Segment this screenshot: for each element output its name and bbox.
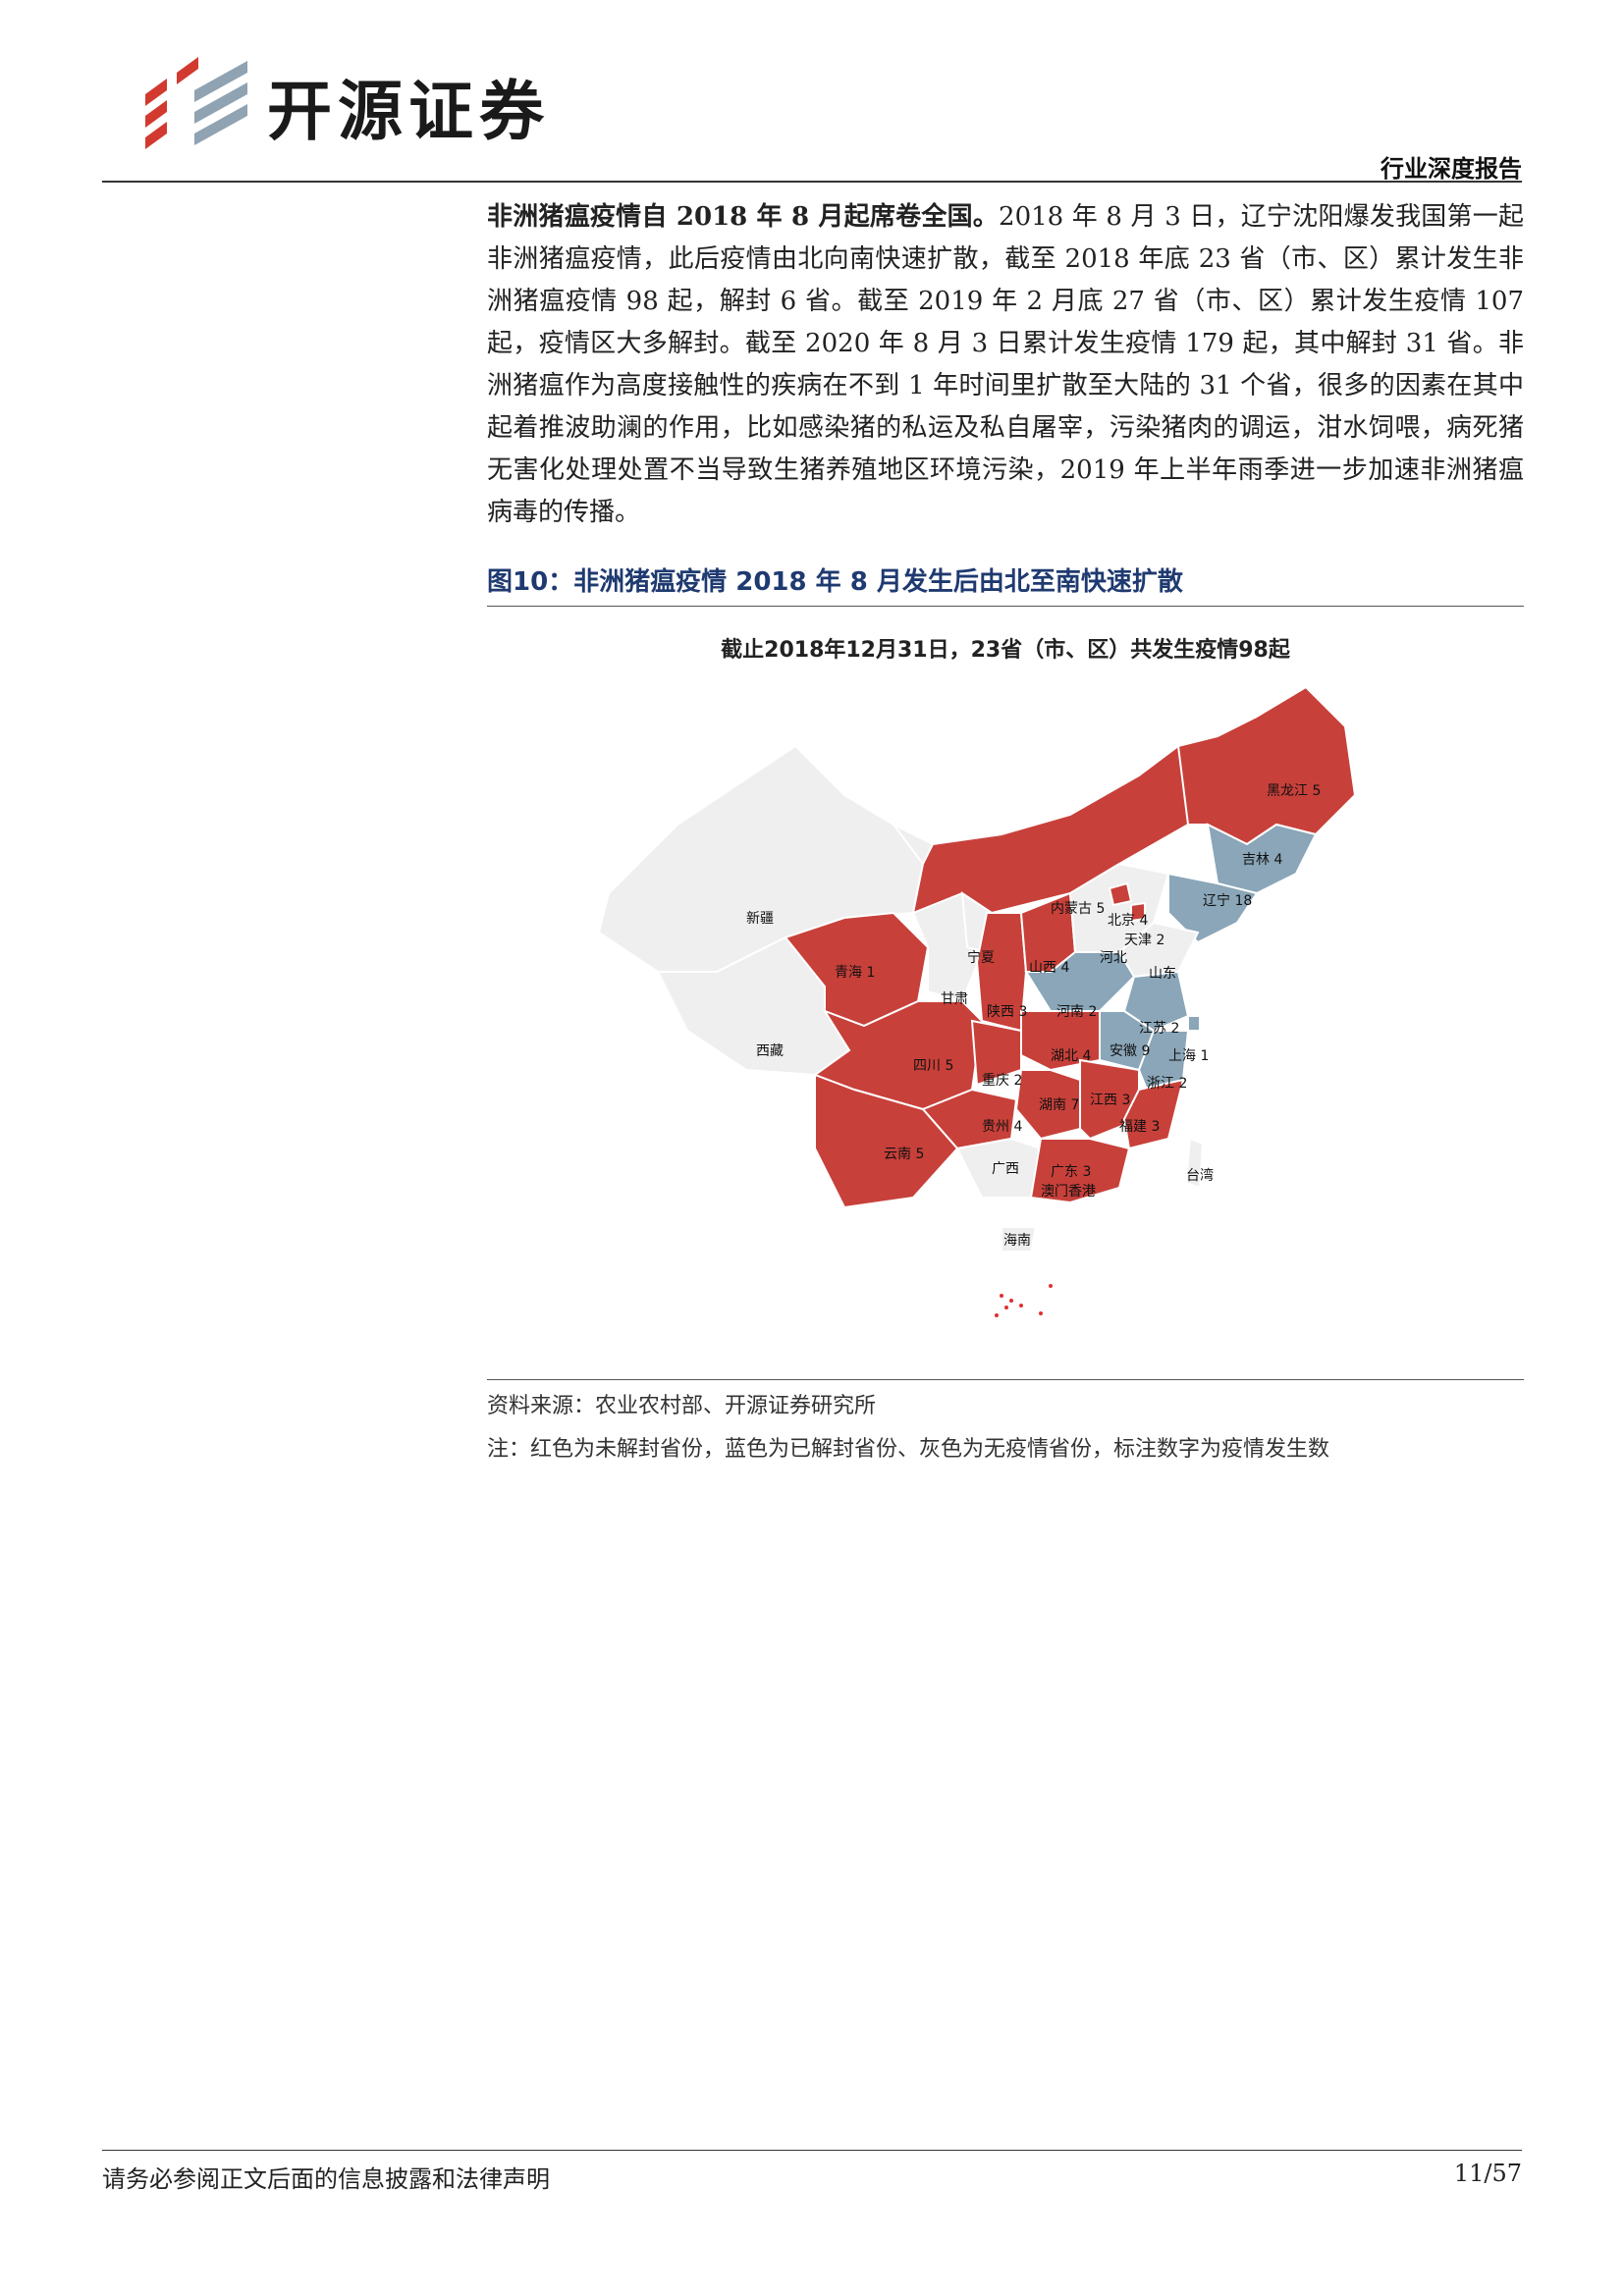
body-paragraph: 非洲猪瘟疫情自 2018 年 8 月起席卷全国。2018 年 8 月 3 日，辽…: [487, 196, 1524, 534]
map-label-chongqing: 重庆 2: [982, 1073, 1022, 1089]
map-label-hainan: 海南: [1003, 1233, 1031, 1249]
company-logo-icon: [145, 57, 247, 149]
china-outbreak-map: 黑龙江 5 吉林 4 辽宁 18 内蒙古 5 北京 4 天津 2 河北 山西 4…: [597, 685, 1357, 1317]
page-number: 11/57: [1453, 2160, 1522, 2187]
region-beijing: [1108, 881, 1133, 907]
map-label-shanxi: 山西 4: [1029, 960, 1069, 976]
map-label-guizhou: 贵州 4: [982, 1119, 1022, 1135]
map-label-yunnan: 云南 5: [884, 1147, 924, 1162]
map-label-shanghai: 上海 1: [1168, 1048, 1209, 1064]
map-label-fujian: 福建 3: [1119, 1119, 1160, 1135]
map-label-hubei: 湖北 4: [1051, 1048, 1091, 1064]
map-label-zhejiang: 浙江 2: [1147, 1076, 1187, 1092]
figure-source: 资料来源：农业农村部、开源证券研究所: [487, 1394, 877, 1418]
map-label-henan: 河南 2: [1056, 1004, 1097, 1020]
map-label-taiwan: 台湾: [1186, 1167, 1214, 1184]
source-divider: [487, 1379, 1524, 1380]
report-type: 行业深度报告: [1380, 155, 1522, 183]
map-label-shandong: 山东: [1149, 966, 1176, 982]
footer-divider: [102, 2150, 1522, 2151]
figure-title: 图10：非洲猪瘟疫情 2018 年 8 月发生后由北至南快速扩散: [487, 561, 1524, 607]
map-label-xinjiang: 新疆: [746, 911, 774, 927]
map-label-jiangxi: 江西 3: [1090, 1093, 1130, 1108]
south-sea-islands: [995, 1284, 1053, 1317]
map-label-guangdong: 广东 3: [1051, 1164, 1091, 1180]
paragraph-text: 2018 年 8 月 3 日，辽宁沈阳爆发我国第一起非洲猪瘟疫情，此后疫情由北向…: [487, 202, 1524, 527]
map-label-gansu: 甘肃: [941, 991, 968, 1007]
map-label-hunan: 湖南 7: [1039, 1097, 1079, 1113]
figure-note: 注：红色为未解封省份，蓝色为已解封省份、灰色为无疫情省份，标注数字为疫情发生数: [487, 1437, 1330, 1462]
map-label-xizang: 西藏: [756, 1043, 784, 1059]
map-label-jilin: 吉林 4: [1242, 852, 1282, 868]
map-label-shaanxi: 陕西 3: [987, 1004, 1027, 1020]
footer-disclaimer: 请务必参阅正文后面的信息披露和法律声明: [102, 2165, 550, 2193]
map-label-qinghai: 青海 1: [835, 965, 875, 981]
map-label-heilongjiang: 黑龙江 5: [1267, 783, 1321, 799]
map-label-liaoning: 辽宁 18: [1203, 892, 1252, 909]
map-label-guangxi: 广西: [992, 1161, 1019, 1177]
region-heilongjiang: [1176, 685, 1357, 846]
map-label-aomen-xianggang: 澳门香港: [1041, 1184, 1096, 1200]
map-label-hebei: 河北: [1100, 950, 1127, 966]
map-caption: 截止2018年12月31日，23省（市、区）共发生疫情98起: [721, 638, 1290, 663]
company-name: 开源证券: [267, 74, 550, 149]
map-label-tianjin: 天津 2: [1124, 933, 1164, 948]
paragraph-lead: 非洲猪瘟疫情自 2018 年 8 月起席卷全国。: [487, 202, 1000, 232]
header-divider: [102, 181, 1522, 183]
region-shanghai: [1187, 1015, 1201, 1032]
map-label-ningxia: 宁夏: [967, 949, 995, 966]
map-label-sichuan: 四川 5: [913, 1058, 953, 1074]
map-label-anhui: 安徽 9: [1110, 1043, 1150, 1059]
map-label-jiangsu: 江苏 2: [1139, 1021, 1179, 1037]
map-label-neimenggu: 内蒙古 5: [1051, 901, 1105, 917]
map-label-beijing: 北京 4: [1108, 913, 1148, 929]
